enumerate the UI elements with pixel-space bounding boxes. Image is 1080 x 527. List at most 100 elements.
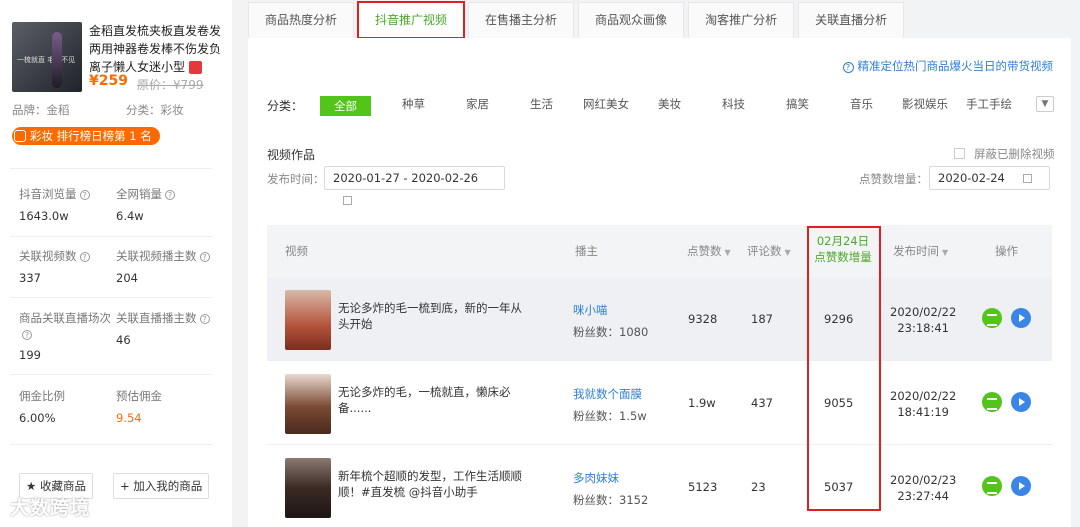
category-item[interactable]: 影视娱乐 — [902, 96, 948, 112]
comments-value: 437 — [751, 396, 773, 410]
col-like-increase[interactable]: 02月24日 点赞数增量 — [810, 233, 876, 265]
help-icon[interactable]: ? — [79, 251, 90, 262]
table-row[interactable]: 无论多炸的毛一梳到底，新的一年从头开始 咪小喵 粉丝数：1080 9328 18… — [267, 278, 1052, 361]
sort-icon: ▼ — [942, 248, 949, 257]
category-item[interactable]: 家居 — [466, 96, 489, 112]
sort-icon: ▼ — [724, 248, 731, 257]
category-all[interactable]: 全部 — [320, 96, 371, 116]
main-panel: ? 精准定位热门商品爆火当日的带货视频 分类： 全部 种草 家居 生活 网红美女 … — [248, 38, 1071, 527]
detail-icon[interactable] — [982, 392, 1002, 412]
fans-count: 粉丝数：1.5w — [573, 409, 647, 423]
likes-value: 5123 — [688, 480, 718, 494]
help-icon[interactable]: ? — [199, 251, 210, 262]
original-price: 原价：¥799 — [137, 78, 204, 92]
fans-count: 粉丝数：1080 — [573, 325, 649, 339]
tab-bar: 商品热度分析 抖音推广视频 在售播主分析 商品观众画像 淘客推广分析 关联直播分… — [248, 0, 1080, 39]
publish-time: 2020/02/23 23:27:44 — [890, 473, 957, 503]
tab-taoke-analysis[interactable]: 淘客推广分析 — [688, 2, 795, 38]
likes-value: 9328 — [688, 312, 718, 326]
product-brand: 品牌：金稻 — [12, 103, 70, 117]
stat-value-videos: 337 — [19, 271, 41, 285]
category-item[interactable]: 生活 — [530, 96, 553, 112]
calendar-icon — [1022, 174, 1032, 183]
col-publish-time[interactable]: 发布时间 ▼ — [893, 243, 948, 259]
anchor-name[interactable]: 多肉妹妹 — [573, 470, 619, 486]
publish-time: 2020/02/22 18:41:19 — [890, 389, 957, 419]
detail-icon[interactable] — [982, 308, 1002, 328]
category-item[interactable]: 音乐 — [850, 96, 873, 112]
category-item[interactable]: 网红美女 — [583, 96, 629, 112]
category-item[interactable]: 搞笑 — [786, 96, 809, 112]
tab-anchor-analysis[interactable]: 在售播主分析 — [468, 2, 575, 38]
sort-icon: ▼ — [784, 248, 791, 257]
anchor-name[interactable]: 咪小喵 — [573, 302, 608, 318]
video-desc[interactable]: 无论多炸的毛一梳到底，新的一年从头开始 — [338, 300, 528, 332]
rank-text: 彩妆 排行榜日榜第 1 名 — [30, 129, 152, 143]
chevron-down-icon[interactable]: ▼ — [1036, 96, 1054, 112]
divider — [10, 168, 212, 169]
col-comments[interactable]: 评论数 ▼ — [747, 243, 791, 259]
stat-label-video-anchors: 关联视频播主数? — [116, 248, 210, 264]
hide-deleted-checkbox[interactable] — [954, 148, 965, 159]
stat-label-views: 抖音浏览量? — [19, 186, 90, 202]
stat-value-sales: 6.4w — [116, 209, 144, 223]
video-desc[interactable]: 新年梳个超顺的发型，工作生活顺顺顺！#直发梳 @抖音小助手 — [338, 468, 528, 500]
rank-icon — [14, 130, 26, 142]
product-image[interactable]: 一梳就直 毛躁不见 — [12, 22, 82, 92]
help-icon[interactable]: ? — [199, 313, 210, 324]
product-panel: 一梳就直 毛躁不见 金稻直发梳夹板直发卷发两用神器卷发棒不伤发负离子懒人女迷小型… — [0, 0, 232, 527]
increase-date-label: 点赞数增量： — [859, 172, 928, 186]
col-anchor: 播主 — [575, 244, 598, 258]
date-range-input[interactable]: 2020-01-27 - 2020-02-26 — [324, 166, 505, 205]
help-icon[interactable]: ? — [79, 189, 90, 200]
help-icon: ? — [842, 62, 854, 73]
tab-heat-analysis[interactable]: 商品热度分析 — [248, 2, 355, 38]
publish-time-label: 发布时间： — [267, 172, 325, 186]
help-icon[interactable]: ? — [22, 329, 32, 340]
category-item[interactable]: 手工手绘 — [966, 96, 1012, 112]
col-likes[interactable]: 点赞数 ▼ — [687, 243, 731, 259]
table-row[interactable]: 无论多炸的毛，一梳就直，懒床必备...... 我就数个面膜 粉丝数：1.5w 1… — [267, 362, 1052, 445]
stat-value-commission-rate: 6.00% — [19, 411, 56, 425]
fans-count: 粉丝数：3152 — [573, 493, 649, 507]
tab-douyin-videos[interactable]: 抖音推广视频 — [357, 1, 466, 39]
stat-label-est-commission: 预估佣金 — [116, 389, 162, 403]
category-item[interactable]: 美妆 — [658, 96, 681, 112]
hide-deleted-label: 屏蔽已删除视频 — [974, 147, 1055, 161]
watermark: 大数跨境 — [10, 497, 91, 519]
category-item[interactable]: 种草 — [402, 96, 425, 112]
tab-live-analysis[interactable]: 关联直播分析 — [798, 2, 905, 38]
anchor-name[interactable]: 我就数个面膜 — [573, 386, 642, 402]
hint-link[interactable]: ? 精准定位热门商品爆火当日的带货视频 — [842, 58, 1053, 74]
video-desc[interactable]: 无论多炸的毛，一梳就直，懒床必备...... — [338, 384, 528, 416]
category-item[interactable]: 科技 — [722, 96, 745, 112]
play-icon[interactable] — [1011, 392, 1031, 412]
stat-value-views: 1643.0w — [19, 209, 69, 223]
product-title[interactable]: 金稻直发梳夹板直发卷发两用神器卷发棒不伤发负离子懒人女迷小型 — [89, 22, 225, 76]
add-product-button[interactable]: + 加入我的商品 — [113, 473, 210, 499]
divider — [10, 374, 212, 375]
stat-value-video-anchors: 204 — [116, 271, 138, 285]
stat-label-live-sessions: 商品关联直播场次? — [19, 311, 111, 340]
category-label: 分类： — [267, 99, 304, 113]
video-thumbnail[interactable] — [285, 374, 331, 434]
table-header: 视频 播主 点赞数 ▼ 评论数 ▼ 02月24日 点赞数增量 发布时间 ▼ 操作 — [267, 225, 1052, 278]
detail-icon[interactable] — [982, 476, 1002, 496]
help-icon[interactable]: ? — [165, 189, 175, 200]
play-icon[interactable] — [1011, 476, 1031, 496]
rank-badge[interactable]: 彩妆 排行榜日榜第 1 名 — [12, 127, 160, 145]
stat-label-videos: 关联视频数? — [19, 248, 90, 264]
col-video: 视频 — [285, 244, 308, 258]
comments-value: 187 — [751, 312, 773, 326]
increase-date-input[interactable]: 2020-02-24 — [929, 166, 1050, 190]
stat-value-live-anchors: 46 — [116, 333, 131, 347]
video-thumbnail[interactable] — [285, 458, 331, 518]
divider — [10, 236, 212, 237]
play-icon[interactable] — [1011, 308, 1031, 328]
product-image-text: 一梳就直 毛躁不见 — [17, 56, 76, 64]
stat-label-live-anchors: 关联直播播主数? — [116, 310, 210, 326]
video-thumbnail[interactable] — [285, 290, 331, 350]
increase-value: 5037 — [824, 480, 854, 494]
tab-audience-profile[interactable]: 商品观众画像 — [578, 2, 685, 38]
table-row[interactable]: 新年梳个超顺的发型，工作生活顺顺顺！#直发梳 @抖音小助手 多肉妹妹 粉丝数：3… — [267, 446, 1052, 527]
